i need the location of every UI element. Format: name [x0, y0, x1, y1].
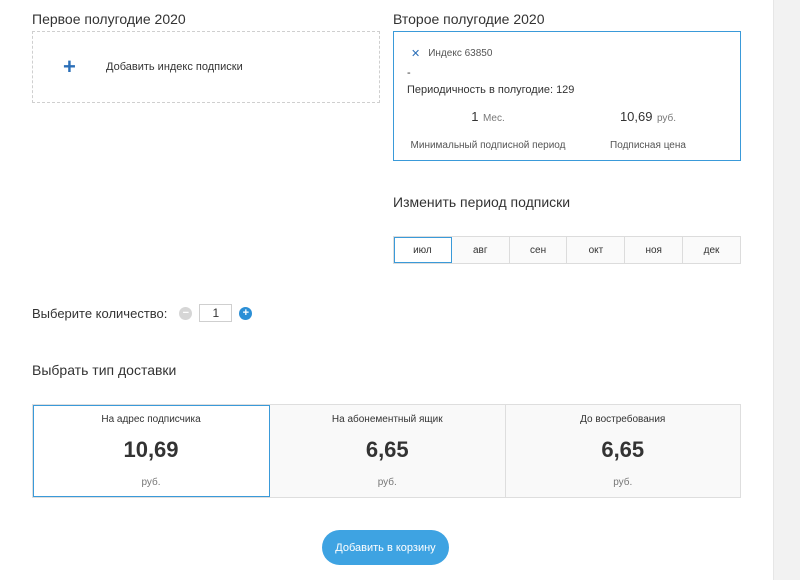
first-half-title: Первое полугодие 2020 — [32, 11, 186, 27]
add-subscription-index-label: Добавить индекс подписки — [106, 61, 243, 73]
quantity-row: Выберите количество: − + — [32, 304, 253, 322]
month-aug[interactable]: авг — [452, 237, 510, 263]
month-jul[interactable]: июл — [394, 237, 452, 263]
dash-text: - — [407, 67, 411, 79]
min-period-value: 1 — [471, 109, 479, 124]
plus-circle-icon[interactable]: + — [239, 306, 253, 320]
quantity-input[interactable] — [199, 304, 233, 322]
delivery-option-price: 6,65 — [601, 437, 645, 462]
month-selector: июл авг сен окт ноя дек — [393, 236, 741, 264]
change-period-title: Изменить период подписки — [393, 194, 571, 210]
month-sep[interactable]: сен — [510, 237, 568, 263]
delivery-option-currency: руб. — [141, 477, 161, 488]
add-to-cart-button[interactable]: Добавить в корзину — [322, 530, 449, 565]
delivery-option-currency: руб. — [613, 477, 633, 488]
min-period-unit: Мес. — [482, 113, 505, 124]
month-nov[interactable]: ноя — [625, 237, 684, 263]
right-gutter — [773, 0, 800, 580]
price-unit: руб. — [656, 113, 677, 124]
index-row: ✕ Индекс 63850 — [411, 47, 492, 60]
delivery-title: Выбрать тип доставки — [32, 362, 177, 378]
add-subscription-index-button[interactable]: + Добавить индекс подписки — [32, 31, 380, 103]
month-dec[interactable]: дек — [683, 237, 740, 263]
periodicity-text: Периодичность в полугодие: 129 — [407, 84, 575, 96]
delivery-option-name: На адрес подписчика — [101, 414, 201, 425]
price-caption: Подписная цена — [610, 140, 686, 151]
delivery-option-price: 6,65 — [365, 437, 409, 462]
min-period-metric: 1 Мес. Минимальный подписной период — [408, 108, 568, 151]
price-value: 10,69 — [619, 109, 653, 124]
delivery-option-name: На абонементный ящик — [331, 414, 443, 425]
index-label: Индекс 63850 — [428, 48, 493, 59]
close-icon[interactable]: ✕ — [411, 47, 420, 60]
delivery-option-on-demand[interactable]: До востребования 6,65 руб. — [506, 405, 741, 497]
subscription-card: ✕ Индекс 63850 - Периодичность в полугод… — [393, 31, 741, 161]
month-oct[interactable]: окт — [567, 237, 626, 263]
delivery-option-currency: руб. — [377, 477, 397, 488]
delivery-option-name: До востребования — [580, 414, 666, 425]
delivery-option-price: 10,69 — [123, 437, 179, 462]
delivery-option-address[interactable]: На адрес подписчика 10,69 руб. — [33, 405, 270, 497]
price-metric: 10,69 руб. Подписная цена — [568, 108, 728, 151]
quantity-label: Выберите количество: — [32, 305, 168, 321]
min-period-caption: Минимальный подписной период — [410, 140, 566, 151]
delivery-option-po-box[interactable]: На абонементный ящик 6,65 руб. — [270, 405, 506, 497]
delivery-options: На адрес подписчика 10,69 руб. На абонем… — [32, 404, 741, 498]
minus-icon[interactable]: − — [179, 306, 193, 320]
second-half-title: Второе полугодие 2020 — [393, 11, 545, 27]
plus-icon: + — [63, 54, 76, 79]
